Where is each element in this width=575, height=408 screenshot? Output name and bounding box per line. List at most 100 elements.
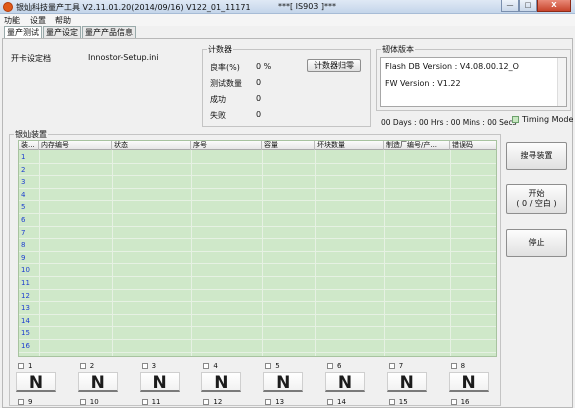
row-number: 12 — [21, 291, 30, 300]
slot-state-label: N — [461, 373, 476, 393]
menu-function[interactable]: 功能 — [4, 15, 20, 26]
column-header[interactable]: 错误码 — [450, 141, 496, 150]
table-row — [19, 326, 496, 328]
slot-state-label: N — [28, 373, 44, 393]
slot-number: 10 — [89, 398, 99, 406]
slot-checkbox[interactable] — [79, 399, 86, 405]
slot-number: 8 — [460, 362, 466, 370]
close-button[interactable]: X — [537, 0, 571, 12]
slot-checkbox[interactable] — [450, 363, 457, 369]
minimize-button[interactable]: — — [501, 0, 519, 12]
table-row — [19, 276, 496, 277]
flash-db-version: Flash DB Version : V4.08.00.12_O — [385, 62, 519, 71]
column-header[interactable]: 坏块数量 — [315, 141, 384, 150]
row-number: 13 — [21, 304, 30, 313]
slot-number: 5 — [275, 362, 280, 370]
window-controls: — □ X — [501, 0, 571, 12]
slot-number: 3 — [151, 362, 157, 370]
slot-state-label: N — [214, 373, 229, 393]
table-row — [19, 301, 496, 303]
table-row — [19, 175, 496, 177]
firmware-legend: 韧体版本 — [381, 44, 415, 55]
table-row — [19, 339, 496, 340]
menu-bar: 功能 设置 帮助 — [0, 14, 575, 26]
slot-status[interactable]: N — [448, 372, 489, 393]
slot-state-label: N — [276, 373, 291, 393]
slot-status[interactable]: N — [77, 372, 118, 393]
slot-checkbox[interactable] — [265, 363, 272, 369]
success-label: 成功 — [210, 95, 226, 104]
slot-checkbox[interactable] — [79, 363, 86, 369]
firmware-info-box: Flash DB Version : V4.08.00.12_O FW Vers… — [380, 57, 567, 107]
scan-devices-button[interactable]: 搜寻装置 — [506, 142, 567, 170]
stop-button[interactable]: 停止 — [506, 229, 567, 257]
column-header[interactable]: 状态 — [112, 141, 191, 150]
fail-value: 0 — [256, 110, 262, 119]
slot-number: 1 — [28, 362, 33, 370]
reset-counter-button[interactable]: 计数器归零 — [307, 59, 361, 72]
slot-checkbox[interactable] — [265, 399, 272, 405]
row-number: 3 — [21, 178, 26, 187]
row-number: 1 — [21, 153, 26, 161]
row-number: 9 — [21, 253, 26, 262]
menu-help[interactable]: 帮助 — [55, 15, 71, 26]
slot-checkbox[interactable] — [141, 399, 148, 405]
row-number: 15 — [21, 329, 30, 338]
slot-checkbox[interactable] — [327, 399, 333, 405]
slot-number: 9 — [28, 398, 33, 406]
slot-checkbox[interactable] — [141, 363, 148, 369]
column-header[interactable]: 内存编号 — [39, 141, 112, 150]
start-button[interactable]: 开始 ( 0 / 空白 ) — [506, 184, 567, 214]
tab-production-settings[interactable]: 量产设定 — [43, 26, 81, 38]
slot-status[interactable]: N — [139, 372, 180, 393]
tab-production-test[interactable]: 量产测试 — [4, 26, 42, 38]
column-header[interactable]: 制造厂编号/产... — [384, 141, 450, 150]
column-header[interactable]: 容量 — [262, 141, 315, 150]
slot-checkbox[interactable] — [388, 363, 395, 369]
menu-settings[interactable]: 设置 — [30, 15, 46, 26]
slot-checkbox[interactable] — [203, 399, 210, 405]
slot-number: 11 — [151, 398, 161, 406]
fw-version: FW Version : V1.22 — [385, 79, 461, 88]
column-header[interactable]: 装... — [19, 141, 39, 150]
table-row — [19, 187, 496, 189]
device-table[interactable]: 装... 内存编号 状态 序号 容量 坏块数量 制造厂编号/产... 错误码 12345678… — [18, 140, 497, 357]
slot-status[interactable]: N — [16, 372, 56, 393]
window-title: 银灿科技量产工具 V2.11.01.20(2014/09/16) V122_01… — [16, 3, 251, 12]
row-number: 10 — [21, 266, 30, 275]
slot-status[interactable]: N — [263, 372, 304, 393]
firmware-scrollbar[interactable] — [557, 58, 566, 106]
slot-checkbox[interactable] — [203, 363, 210, 369]
slot-checkbox[interactable] — [18, 363, 24, 369]
row-number: 4 — [21, 190, 26, 199]
slot-number: 4 — [213, 362, 218, 370]
slot-number: 12 — [213, 398, 223, 406]
slot-status[interactable]: N — [325, 372, 365, 393]
tab-product-info[interactable]: 量产产品信息 — [82, 26, 136, 38]
row-number: 8 — [21, 241, 26, 250]
title-bar: 银灿科技量产工具 V2.11.01.20(2014/09/16) V122_01… — [0, 0, 575, 14]
table-row — [19, 351, 496, 353]
timing-mode-checkbox[interactable] — [512, 116, 519, 123]
slot-state-label: N — [90, 373, 105, 393]
slot-checkbox[interactable] — [327, 363, 333, 369]
table-row — [19, 162, 496, 164]
row-number: 7 — [21, 228, 26, 237]
maximize-button[interactable]: □ — [519, 0, 537, 12]
column-header[interactable]: 序号 — [191, 141, 262, 150]
success-value: 0 — [256, 94, 262, 103]
test-count-label: 测试数量 — [210, 79, 242, 88]
slot-checkbox[interactable] — [450, 399, 457, 405]
slot-checkbox[interactable] — [18, 399, 24, 405]
table-row — [19, 200, 496, 202]
table-row — [19, 213, 496, 214]
slot-status[interactable]: N — [201, 372, 242, 393]
table-row — [19, 263, 496, 265]
slot-checkbox[interactable] — [388, 399, 395, 405]
slot-status[interactable]: N — [386, 372, 427, 393]
slot-number: 16 — [460, 398, 470, 406]
slot-state-label: N — [152, 373, 167, 393]
table-row — [19, 225, 496, 227]
slot-state-label: N — [337, 373, 353, 393]
slot-number: 15 — [398, 398, 408, 406]
